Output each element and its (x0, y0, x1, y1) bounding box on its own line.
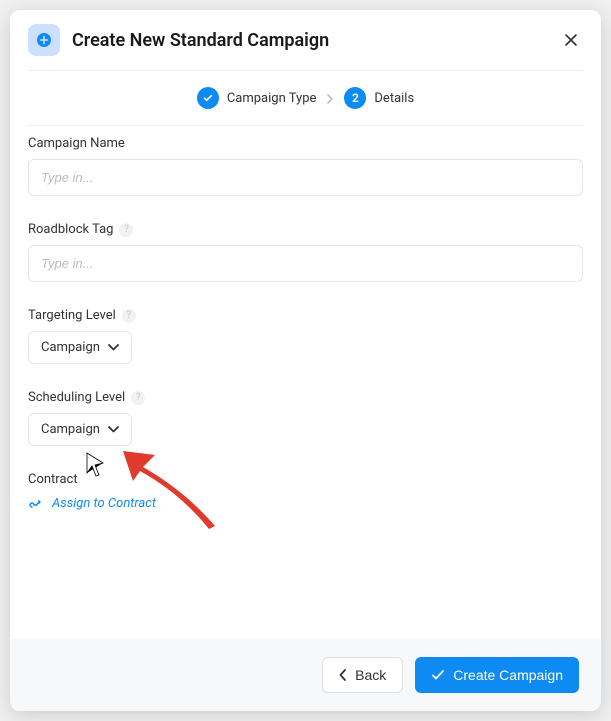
chevron-down-icon (108, 426, 119, 433)
plus-icon (28, 24, 60, 56)
field-roadblock-tag: Roadblock Tag ? (28, 222, 583, 282)
assign-icon (28, 495, 44, 511)
roadblock-tag-input[interactable] (28, 245, 583, 282)
help-icon[interactable]: ? (119, 223, 133, 237)
check-icon (431, 669, 445, 681)
stepper: Campaign Type 2 Details (10, 71, 601, 125)
select-value: Campaign (41, 422, 100, 437)
modal-footer: Back Create Campaign (10, 639, 601, 711)
field-label: Scheduling Level (28, 390, 125, 405)
assign-to-contract-link[interactable]: Assign to Contract (28, 495, 156, 511)
step-details[interactable]: 2 Details (344, 87, 414, 109)
back-label: Back (355, 667, 386, 683)
back-button[interactable]: Back (322, 657, 403, 693)
check-icon (197, 87, 219, 109)
campaign-name-input[interactable] (28, 159, 583, 196)
field-scheduling-level: Scheduling Level ? Campaign (28, 390, 583, 446)
close-button[interactable] (559, 28, 583, 52)
chevron-right-icon (326, 89, 334, 108)
scheduling-level-select[interactable]: Campaign (28, 413, 132, 446)
field-label: Campaign Name (28, 136, 125, 151)
step-campaign-type[interactable]: Campaign Type (197, 87, 317, 109)
form-area: Campaign Name Roadblock Tag ? Targeting … (10, 126, 601, 639)
step-label: Details (374, 91, 414, 106)
assign-link-text: Assign to Contract (52, 496, 156, 511)
field-contract: Contract Assign to Contract (28, 472, 583, 515)
field-label: Roadblock Tag (28, 222, 113, 237)
chevron-left-icon (339, 669, 347, 681)
create-campaign-modal: Create New Standard Campaign Campaign Ty… (10, 10, 601, 711)
chevron-down-icon (108, 344, 119, 351)
create-campaign-button[interactable]: Create Campaign (415, 657, 579, 693)
select-value: Campaign (41, 340, 100, 355)
targeting-level-select[interactable]: Campaign (28, 331, 132, 364)
step-label: Campaign Type (227, 91, 317, 106)
close-icon (564, 33, 578, 47)
help-icon[interactable]: ? (131, 391, 145, 405)
step-number-icon: 2 (344, 87, 366, 109)
field-label: Contract (28, 472, 78, 487)
field-targeting-level: Targeting Level ? Campaign (28, 308, 583, 364)
create-label: Create Campaign (453, 667, 563, 683)
help-icon[interactable]: ? (122, 309, 136, 323)
field-campaign-name: Campaign Name (28, 136, 583, 196)
modal-header: Create New Standard Campaign (10, 10, 601, 70)
field-label: Targeting Level (28, 308, 116, 323)
modal-title: Create New Standard Campaign (72, 30, 559, 51)
